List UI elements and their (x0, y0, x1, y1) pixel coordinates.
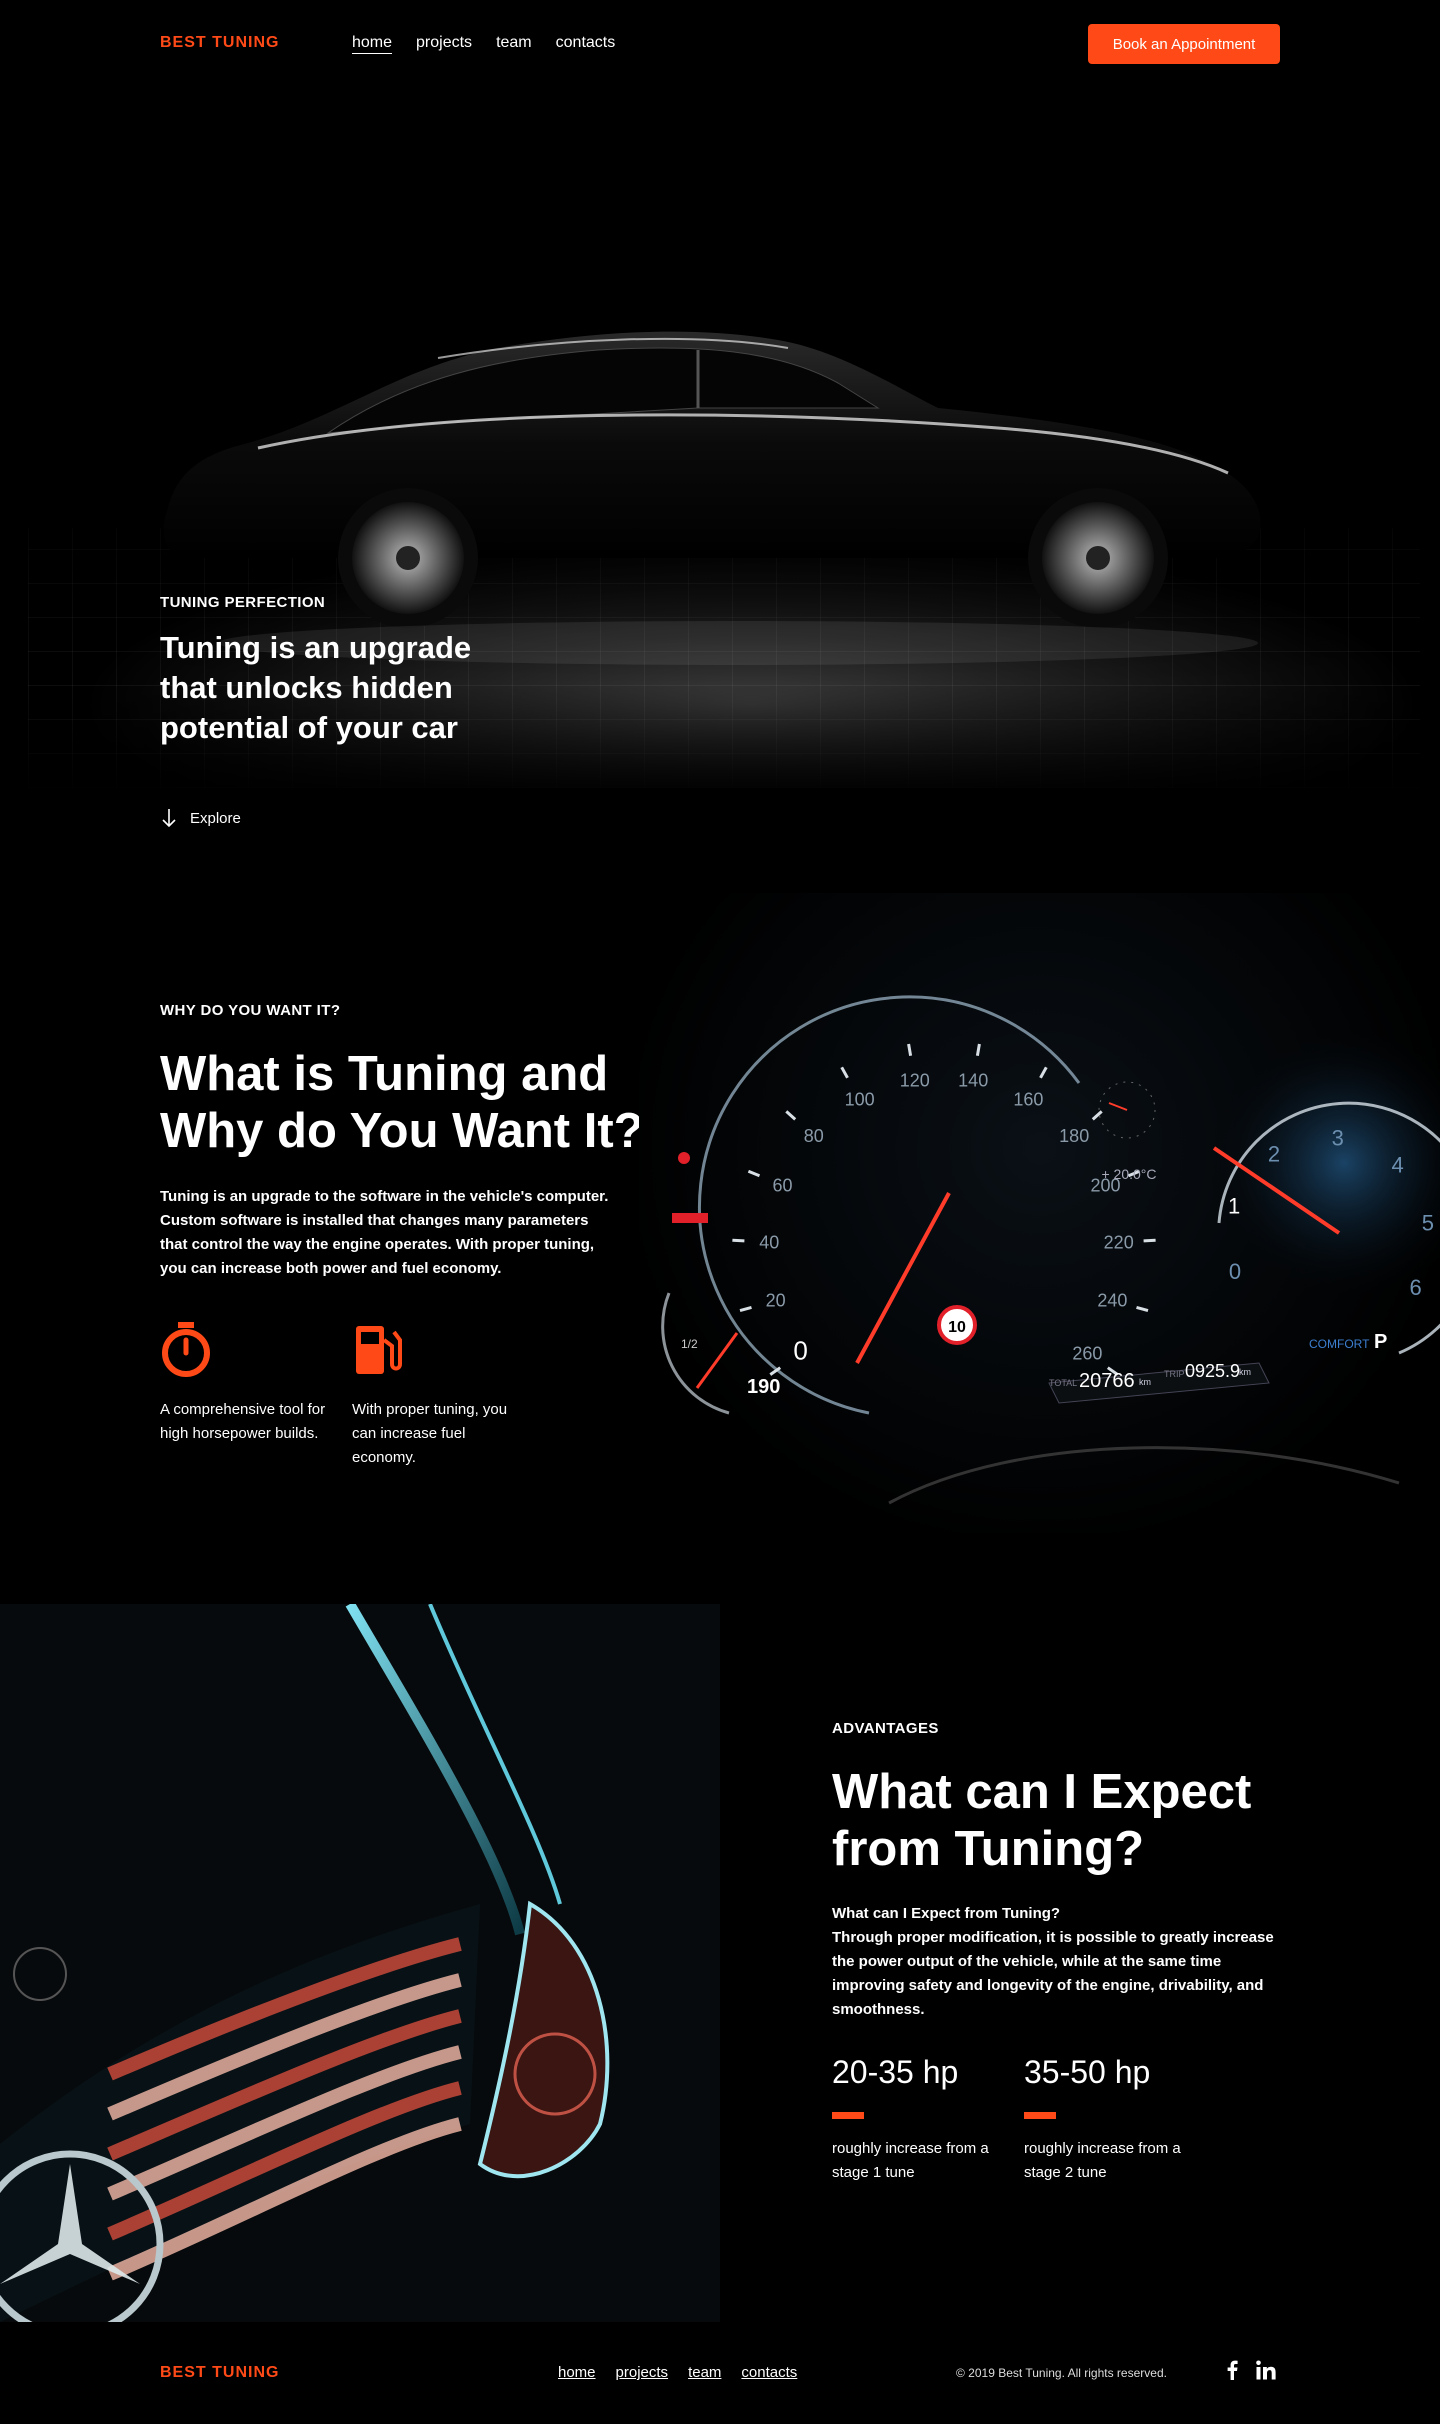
speed-tick-label: 160 (1013, 1090, 1043, 1110)
speed-tick-label: 100 (845, 1090, 875, 1110)
drive-mode-label: COMFORT (1309, 1337, 1370, 1351)
social-links (1226, 2360, 1276, 2380)
rpm-tick-label: 0 (1229, 1259, 1241, 1284)
nav-item-contacts[interactable]: contacts (556, 34, 616, 54)
total-unit: km (1139, 1377, 1151, 1387)
speed-tick-mark (785, 1110, 797, 1121)
main-menu: home projects team contacts (352, 34, 615, 54)
rpm-tick-label: 5 (1422, 1211, 1434, 1236)
speed-limit-sign: 10 (948, 1319, 966, 1336)
why-eyebrow: WHY DO YOU WANT IT? (160, 1002, 341, 1019)
rpm-tick-label: 3 (1332, 1125, 1344, 1150)
footer-link-home[interactable]: home (558, 2364, 596, 2381)
speed-tick-label: 120 (900, 1071, 930, 1091)
rpm-tick-label: 1 (1228, 1194, 1240, 1219)
arrow-down-icon (162, 809, 176, 828)
speed-tick-mark (747, 1169, 761, 1178)
speed-tick-label: 40 (759, 1232, 779, 1252)
rpm-tick-label: 4 (1391, 1152, 1403, 1177)
trip-unit: km (1239, 1367, 1251, 1377)
why-body: Tuning is an upgrade to the software in … (160, 1188, 609, 1277)
nav-item-home[interactable]: home (352, 34, 393, 54)
dashboard-illustration: 020406080100120 140160180200220240260 10 … (661, 995, 1440, 1505)
feature-text: A comprehensive tool for high horsepower… (160, 1401, 326, 1442)
speed-tick-mark (907, 1043, 913, 1057)
trip-label: TRIP (1164, 1369, 1185, 1379)
total-distance: 20766 (1079, 1370, 1135, 1392)
speed-tick-mark (1039, 1066, 1048, 1079)
advantages-text: Through proper modification, it is possi… (832, 1929, 1274, 2018)
trip-distance: 0925.9 (1185, 1361, 1240, 1381)
advantages-eyebrow: ADVANTAGES (832, 1720, 939, 1737)
speed-tick-mark (840, 1066, 849, 1079)
rpm-tick-label: 6 (1409, 1275, 1421, 1300)
speed-tick-mark (732, 1238, 745, 1243)
stopwatch-icon (162, 1322, 210, 1377)
speed-tick-label: 20 (766, 1291, 786, 1311)
hero-title: Tuning is an upgrade that unlocks hidden… (160, 630, 472, 745)
hero-eyebrow: TUNING PERFECTION (160, 594, 326, 611)
explore-label: Explore (190, 809, 241, 827)
speed-tick-label: 140 (958, 1071, 988, 1091)
footer-link-contacts[interactable]: contacts (741, 2364, 797, 2381)
footer: BEST TUNING home projects team contacts … (0, 2322, 1440, 2424)
stat-value: 20-35 hp (832, 2054, 959, 2090)
total-label: TOTAL (1049, 1378, 1077, 1388)
speed-tick-mark (1143, 1238, 1156, 1243)
explore-link[interactable]: Explore (162, 808, 241, 828)
stat-description: roughly increase from a stage 2 tune (1024, 2140, 1181, 2181)
footer-link-projects[interactable]: projects (616, 2364, 669, 2381)
book-appointment-button[interactable]: Book an Appointment (1088, 24, 1280, 64)
stat-stage-2: 35-50 hp roughly increase from a stage 2… (1024, 2052, 1204, 2185)
nav-item-projects[interactable]: projects (416, 34, 472, 54)
speed-tick-label: 240 (1097, 1291, 1127, 1311)
speed-tick-label: 260 (1072, 1343, 1102, 1363)
speed-tick-mark (1091, 1110, 1103, 1121)
stat-accent-bar (832, 2112, 864, 2119)
brand-logo[interactable]: BEST TUNING (160, 34, 279, 52)
speed-tick-label: 220 (1104, 1232, 1134, 1252)
temperature-readout: + 20.0°C (1101, 1166, 1156, 1182)
gear-indicator: P (1374, 1331, 1387, 1353)
speed-tick-mark (975, 1043, 981, 1057)
feature-fuel: With proper tuning, you can increase fue… (352, 1320, 522, 1470)
footer-logo[interactable]: BEST TUNING (160, 2364, 279, 2382)
copyright: © 2019 Best Tuning. All rights reserved. (956, 2366, 1167, 2380)
stat-accent-bar (1024, 2112, 1056, 2119)
rpm-tick-label: 2 (1268, 1142, 1280, 1167)
advantages-title: What can I Expect from Tuning? (832, 1765, 1252, 1876)
car-front-illustration (0, 1604, 610, 2322)
feature-text: With proper tuning, you can increase fue… (352, 1401, 508, 1466)
speed-tick-mark (1136, 1305, 1149, 1313)
stat-stage-1: 20-35 hp roughly increase from a stage 1… (832, 2052, 1012, 2185)
speed-needle (855, 1192, 951, 1364)
speed-tick-label: 180 (1059, 1126, 1089, 1146)
fuel-fraction: 1/2 (681, 1337, 698, 1351)
speed-tick-label: 60 (772, 1176, 792, 1196)
footer-link-team[interactable]: team (688, 2364, 721, 2381)
fuel-pump-icon (356, 1326, 402, 1374)
feature-horsepower: A comprehensive tool for high horsepower… (160, 1320, 330, 1446)
stat-description: roughly increase from a stage 1 tune (832, 2140, 989, 2181)
linkedin-icon[interactable] (1256, 2360, 1276, 2380)
range-readout: 190 (747, 1376, 780, 1398)
nav-item-team[interactable]: team (496, 34, 532, 54)
dashboard-image: 0 20 40 60 80 100 120 140 160 180 200 220 240 260 10 … (639, 893, 1440, 1533)
top-navigation: BEST TUNING home projects team contacts … (0, 0, 1440, 88)
grille-image (0, 1604, 720, 2322)
facebook-icon[interactable] (1226, 2360, 1238, 2380)
stat-value: 35-50 hp (1024, 2054, 1151, 2090)
speed-tick-mark (739, 1305, 752, 1313)
footer-menu: home projects team contacts (558, 2364, 797, 2381)
why-title: What is Tuning and Why do You Want It? (160, 1047, 644, 1158)
speed-tick-label: 0 (793, 1335, 807, 1365)
speed-tick-label: 80 (804, 1126, 824, 1146)
advantages-subtitle: What can I Expect from Tuning? (832, 1905, 1061, 1922)
advantages-body: What can I Expect from Tuning? Through p… (832, 1902, 1282, 2022)
